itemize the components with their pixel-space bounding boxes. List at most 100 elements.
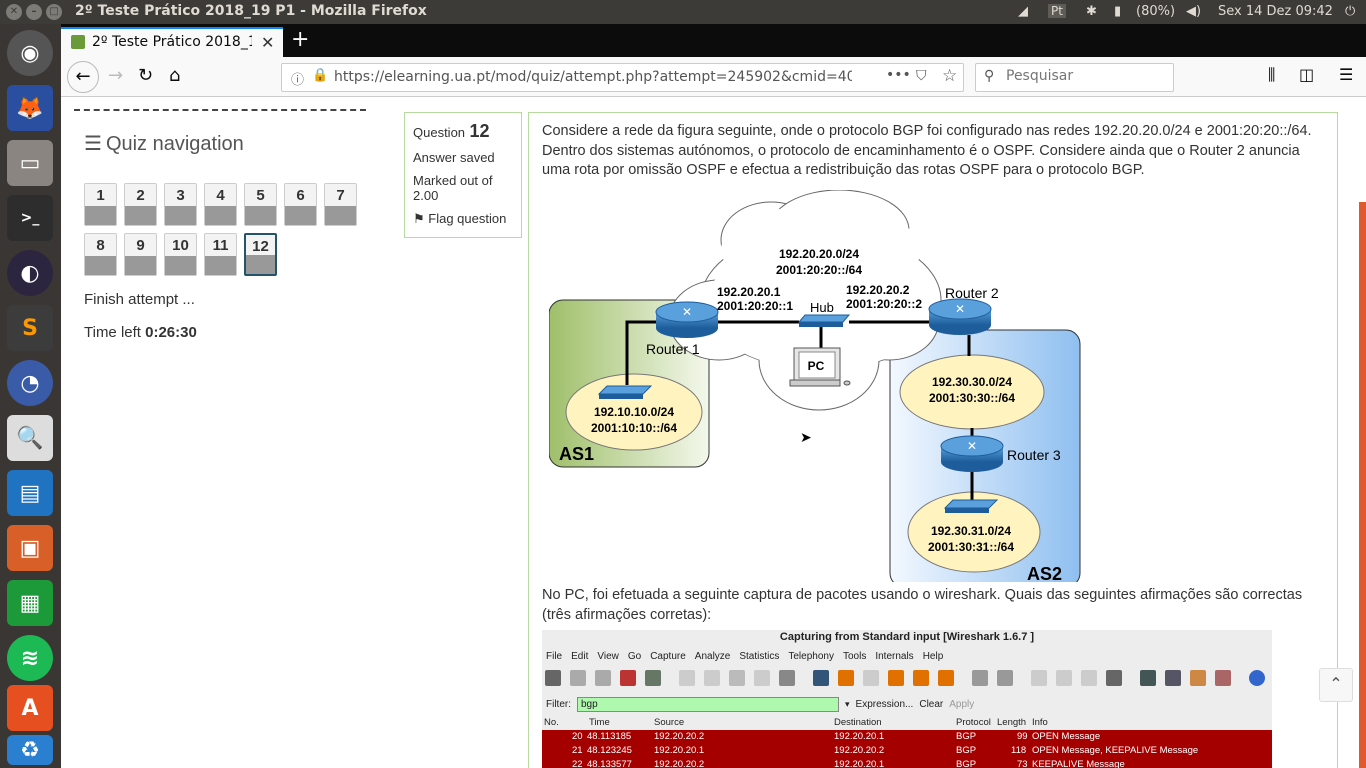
- router-3-label: Router 3: [1007, 447, 1061, 463]
- library-icon[interactable]: ⫼: [1268, 65, 1275, 85]
- nav-bar: ← → ↻ ⌂ ⓘ 🔒 https://elearning.ua.pt/mod/…: [61, 57, 1366, 97]
- home-button[interactable]: ⌂: [169, 65, 180, 86]
- url-bar[interactable]: ⓘ 🔒 https://elearning.ua.pt/mod/quiz/att…: [281, 63, 964, 92]
- search-input[interactable]: [1006, 68, 1166, 84]
- tab-quiz[interactable]: 2º Teste Prático 2018_19 ✕: [61, 27, 283, 57]
- center-net-v6-label: 2001:20:20::/64: [776, 263, 862, 277]
- as2-net1-v4-label: 192.30.30.0/24: [932, 375, 1012, 389]
- page-actions-icon[interactable]: •••: [886, 67, 911, 83]
- question-content: Considere a rede da figura seguinte, ond…: [528, 112, 1338, 768]
- svg-text:✕: ✕: [955, 302, 965, 316]
- menu-icon[interactable]: ☰: [1339, 65, 1353, 84]
- time-left: Time left 0:26:30: [84, 324, 197, 341]
- page-scrollbar[interactable]: [1359, 202, 1366, 768]
- mouse-cursor-icon: ➤: [800, 430, 812, 446]
- hub-label: Hub: [810, 300, 834, 315]
- search-bar[interactable]: ⚲: [975, 63, 1174, 92]
- center-net-v4-label: 192.20.20.0/24: [779, 247, 859, 261]
- forward-button[interactable]: →: [108, 65, 123, 86]
- question-button-9[interactable]: 9: [124, 233, 157, 276]
- power-icon[interactable]: ⏻: [1345, 4, 1355, 19]
- question-button-3[interactable]: 3: [164, 183, 197, 226]
- writer-icon[interactable]: ▤: [7, 470, 53, 516]
- r1-ip-v4-label: 192.20.20.1: [717, 285, 781, 299]
- remote-icon[interactable]: ◔: [7, 360, 53, 406]
- bluetooth-icon[interactable]: ✱: [1086, 4, 1097, 19]
- keyboard-layout-indicator[interactable]: Pt: [1048, 4, 1066, 18]
- window-title: 2º Teste Prático 2018_19 P1 - Mozilla Fi…: [75, 3, 427, 19]
- window-maximize-button[interactable]: □: [46, 4, 62, 20]
- battery-percentage: (80%): [1136, 4, 1176, 19]
- sidebar-icon[interactable]: ◫: [1299, 65, 1314, 84]
- question-button-6[interactable]: 6: [284, 183, 317, 226]
- as2-label: AS2: [1027, 564, 1062, 582]
- router-1-icon: ✕: [655, 301, 719, 338]
- pocket-icon[interactable]: ⛉: [916, 68, 927, 84]
- firefox-icon[interactable]: 🦊: [7, 85, 53, 131]
- r1-ip-v6-label: 2001:20:20::1: [717, 299, 793, 313]
- router-3-icon: ✕: [940, 435, 1004, 472]
- as1-net-v4-label: 192.10.10.0/24: [594, 405, 674, 419]
- question-number: 12: [469, 121, 490, 141]
- question-marks: Marked out of 2.00: [413, 173, 493, 203]
- volume-icon[interactable]: ◀): [1186, 4, 1201, 19]
- back-button[interactable]: ←: [67, 61, 99, 93]
- question-button-5[interactable]: 5: [244, 183, 277, 226]
- back-to-top-button[interactable]: ⌃: [1319, 668, 1353, 702]
- question-button-1[interactable]: 1: [84, 183, 117, 226]
- wireshark-column-headers: No. Time Source Destination Protocol Len…: [544, 717, 1048, 728]
- as2-net2-v6-label: 2001:30:31::/64: [928, 540, 1014, 554]
- search-icon: ⚲: [984, 68, 995, 84]
- wireshark-toolbar: [542, 666, 1272, 690]
- tab-bar: 2º Teste Prático 2018_19 ✕ +: [61, 24, 1366, 57]
- page-content: ☰ Quiz navigation 1 2 3 4 5 6 7 8 9 10 11…: [61, 97, 1366, 768]
- spotify-icon[interactable]: ≋: [7, 635, 53, 681]
- r2-ip-v6-label: 2001:20:20::2: [846, 297, 922, 311]
- question-button-4[interactable]: 4: [204, 183, 237, 226]
- question-button-7[interactable]: 7: [324, 183, 357, 226]
- hamburger-icon[interactable]: ☰: [84, 133, 102, 155]
- wireshark-title: Capturing from Standard input [Wireshark…: [779, 631, 1035, 643]
- question-text: Considere a rede da figura seguinte, ond…: [542, 123, 1312, 178]
- trash-icon[interactable]: ♻: [7, 735, 53, 765]
- new-tab-button[interactable]: +: [291, 27, 309, 52]
- window-minimize-button[interactable]: –: [26, 4, 42, 20]
- question-button-2[interactable]: 2: [124, 183, 157, 226]
- question-button-8[interactable]: 8: [84, 233, 117, 276]
- finish-attempt-link[interactable]: Finish attempt ...: [84, 291, 195, 308]
- close-icon[interactable]: ✕: [261, 33, 274, 52]
- as1-label: AS1: [559, 444, 594, 464]
- info-icon[interactable]: ⓘ: [291, 69, 304, 88]
- question-button-10[interactable]: 10: [164, 233, 197, 276]
- question-button-11[interactable]: 11: [204, 233, 237, 276]
- divider: [74, 109, 366, 111]
- reload-button[interactable]: ↻: [138, 65, 153, 86]
- time-left-value: 0:26:30: [145, 324, 197, 341]
- scrollbar-thumb[interactable]: [1359, 202, 1366, 768]
- network-diagram: ✕ ✕ ✕ 192.20.20.0/24 2001:20:20::/64 192…: [549, 190, 1081, 582]
- router-1-label: Router 1: [646, 341, 700, 357]
- question-text-2: No PC, foi efetuada a seguinte captura d…: [542, 587, 1303, 623]
- network-icon[interactable]: ◢: [1018, 4, 1028, 19]
- software-center-icon[interactable]: A: [7, 685, 53, 731]
- calc-icon[interactable]: ▦: [7, 580, 53, 626]
- question-info-box: Question 12 Answer saved Marked out of 2…: [404, 112, 522, 238]
- impress-icon[interactable]: ▣: [7, 525, 53, 571]
- terminal-icon[interactable]: >_: [7, 195, 53, 241]
- url-text[interactable]: https://elearning.ua.pt/mod/quiz/attempt…: [334, 69, 852, 85]
- bookmark-star-icon[interactable]: ☆: [942, 66, 957, 86]
- as2-net2-v4-label: 192.30.31.0/24: [931, 524, 1011, 538]
- lock-icon[interactable]: 🔒: [312, 68, 328, 83]
- question-button-12[interactable]: 12: [244, 233, 277, 276]
- files-icon[interactable]: ▭: [7, 140, 53, 186]
- clock[interactable]: Sex 14 Dez 09:42: [1218, 4, 1333, 19]
- sublime-icon[interactable]: S: [7, 305, 53, 351]
- window-close-button[interactable]: ✕: [6, 4, 22, 20]
- eclipse-icon[interactable]: ◐: [7, 250, 53, 296]
- battery-icon[interactable]: ▮: [1114, 4, 1121, 19]
- router-2-label: Router 2: [945, 285, 999, 301]
- flag-question-link[interactable]: ⚑ Flag question: [413, 211, 513, 227]
- ubuntu-dash-icon[interactable]: ◉: [7, 30, 53, 76]
- pc-label: PC: [808, 359, 825, 373]
- search-app-icon[interactable]: 🔍: [7, 415, 53, 461]
